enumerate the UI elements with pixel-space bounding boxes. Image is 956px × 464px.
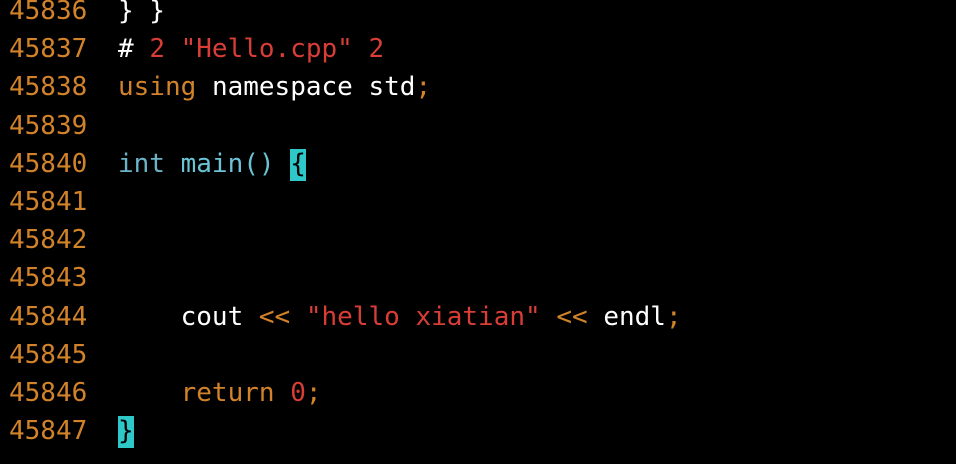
code-line[interactable]: 45837 # 2 "Hello.cpp" 2 <box>0 30 956 68</box>
line-number: 45844 <box>9 301 88 332</box>
line-code: cout << "hello xiatian" << endl; <box>118 298 682 336</box>
matching-brace-highlight: { <box>290 148 306 181</box>
code-editor[interactable]: 45836 } } 45837 # 2 "Hello.cpp" 2 45838 … <box>0 0 956 450</box>
code-line[interactable]: 45847 } <box>0 412 956 450</box>
code-token: 2 <box>149 34 165 65</box>
code-token: namespace std <box>211 72 416 103</box>
code-token: ; <box>305 377 322 408</box>
code-token: return <box>180 377 275 408</box>
code-token: ; <box>415 72 432 103</box>
code-line[interactable]: 45842 <box>0 221 956 259</box>
code-line[interactable]: 45839 <box>0 107 956 145</box>
line-number: 45842 <box>9 225 88 256</box>
code-token: cout <box>180 301 244 332</box>
line-number: 45847 <box>9 416 88 447</box>
line-number: 45840 <box>9 148 88 179</box>
code-token: main() <box>180 148 275 179</box>
code-line[interactable]: 45845 <box>0 336 956 374</box>
code-token: 2 <box>368 34 385 65</box>
line-number: 45839 <box>9 110 88 141</box>
code-token: << <box>556 301 588 332</box>
code-token: "hello xiatian" <box>305 301 541 332</box>
line-code: } } <box>118 0 165 30</box>
code-token: "Hello.cpp" <box>180 34 353 65</box>
matching-brace-highlight: } <box>118 416 134 449</box>
line-number: 45838 <box>9 72 88 103</box>
line-code: # 2 "Hello.cpp" 2 <box>118 30 384 68</box>
code-token: } } <box>118 0 165 26</box>
line-number: 45845 <box>9 339 88 370</box>
line-code: int main() { <box>118 145 306 183</box>
code-line[interactable]: 45844 cout << "hello xiatian" << endl; <box>0 298 956 336</box>
code-token: ; <box>665 301 682 332</box>
code-token: int <box>118 148 165 179</box>
code-line[interactable]: 45836 } } <box>0 0 956 30</box>
code-line[interactable]: 45846 return 0; <box>0 374 956 412</box>
code-token: # <box>118 34 150 65</box>
line-number: 45846 <box>9 377 88 408</box>
line-code: return 0; <box>118 374 322 412</box>
line-code: using namespace std; <box>118 68 431 106</box>
code-line[interactable]: 45840 int main() { <box>0 145 956 183</box>
code-token: 0 <box>290 377 306 408</box>
code-token: endl <box>603 301 666 332</box>
code-line[interactable]: 45838 using namespace std; <box>0 68 956 106</box>
line-number: 45836 <box>9 0 88 26</box>
code-line[interactable]: 45841 <box>0 183 956 221</box>
line-number: 45843 <box>9 263 88 294</box>
code-token: << <box>258 301 291 332</box>
line-code: } <box>118 412 134 450</box>
code-token: using <box>118 72 197 103</box>
code-line[interactable]: 45843 <box>0 259 956 297</box>
line-number: 45837 <box>9 34 88 65</box>
line-number: 45841 <box>9 186 88 217</box>
